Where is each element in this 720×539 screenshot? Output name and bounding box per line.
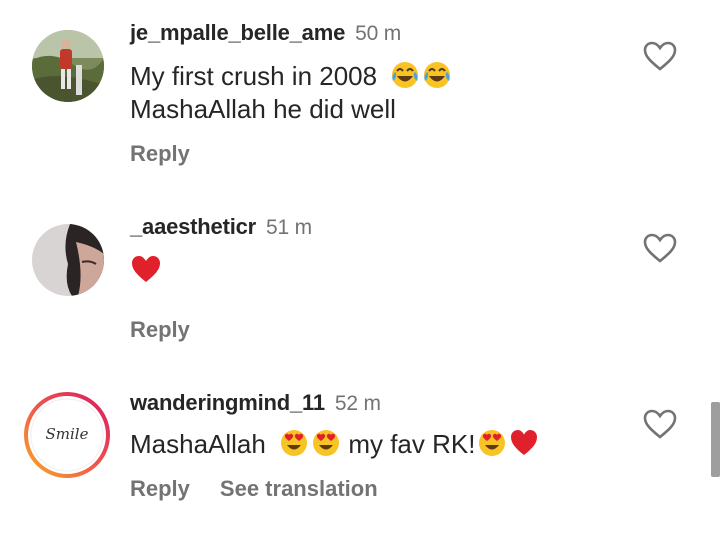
- heart-eyes-emoji-icon: [479, 430, 506, 456]
- scrollbar-thumb[interactable]: [711, 402, 720, 477]
- laughing-emoji-icon: [424, 62, 451, 88]
- heart-eyes-emoji-icon: [313, 430, 340, 456]
- username-text[interactable]: _aaestheticr: [130, 214, 256, 239]
- comment-text-part-2: my fav RK!: [348, 429, 476, 459]
- red-heart-emoji-icon: [511, 430, 538, 455]
- comment-username[interactable]: _aaestheticr 51 m: [130, 214, 312, 240]
- comment-timestamp: 52 m: [334, 392, 381, 415]
- comment-actions: Reply: [130, 141, 220, 167]
- heart-outline-icon[interactable]: [642, 232, 678, 264]
- username-text[interactable]: je_mpalle_belle_ame: [130, 20, 345, 45]
- reply-button[interactable]: Reply: [130, 317, 190, 342]
- heart-eyes-emoji-icon: [281, 430, 308, 456]
- comment-line-1: My first crush in 2008: [130, 61, 378, 91]
- avatar[interactable]: [32, 224, 104, 296]
- username-text[interactable]: wanderingmind_11: [130, 390, 325, 415]
- comment-item: _aaestheticr 51 m Reply: [0, 190, 720, 370]
- comment-text-part-1: MashaAllah: [130, 429, 266, 459]
- comment-item: je_mpalle_belle_ame 50 m My first crush i…: [0, 0, 720, 190]
- heart-outline-icon[interactable]: [642, 40, 678, 72]
- avatar[interactable]: [32, 30, 104, 102]
- comment-text: MashaAllah my fav RK!: [130, 428, 539, 461]
- avatar[interactable]: Smile: [24, 392, 110, 478]
- reply-button[interactable]: Reply: [130, 476, 190, 501]
- comment-item: Smile wanderingmind_11 52 m MashaAllah my…: [0, 370, 720, 539]
- comment-text: [130, 254, 162, 292]
- comment-text: My first crush in 2008 MashaAllah he did…: [130, 60, 452, 126]
- comment-username[interactable]: je_mpalle_belle_ame 50 m: [130, 20, 401, 46]
- laughing-emoji-icon: [392, 62, 419, 88]
- comment-timestamp: 50 m: [355, 22, 402, 45]
- see-translation-button[interactable]: See translation: [220, 476, 378, 501]
- comment-timestamp: 51 m: [266, 216, 312, 239]
- comment-line-2: MashaAllah he did well: [130, 94, 396, 124]
- red-heart-emoji-icon: [132, 256, 160, 282]
- heart-outline-icon[interactable]: [642, 408, 678, 440]
- comment-actions: Reply: [130, 317, 220, 343]
- comment-actions: Reply See translation: [130, 476, 408, 502]
- avatar-logo-text: Smile: [45, 425, 89, 443]
- reply-button[interactable]: Reply: [130, 141, 190, 166]
- comment-username[interactable]: wanderingmind_11 52 m: [130, 390, 381, 416]
